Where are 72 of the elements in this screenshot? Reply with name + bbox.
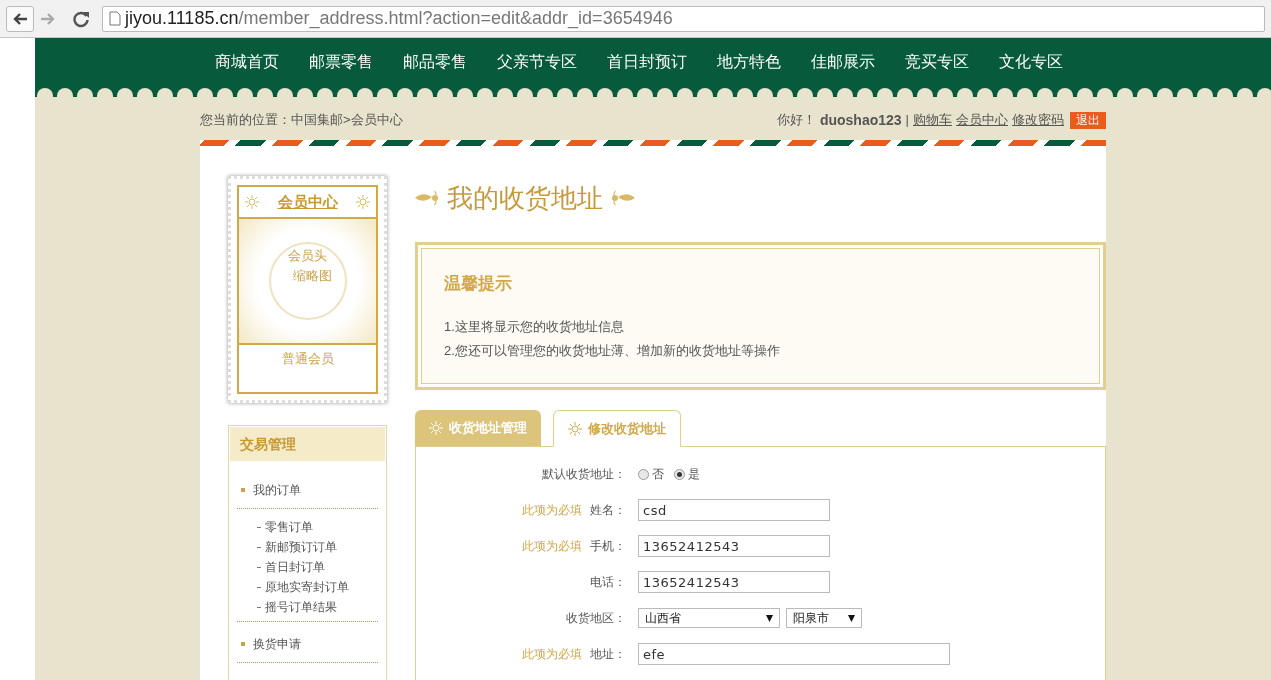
input-field[interactable]: 13652412543 [638,571,830,593]
menu-item[interactable]: 我的订单 [253,481,301,499]
username-text: duoshao123 [819,110,902,130]
back-arrow-icon [12,11,28,26]
field-label: 收货地区： [566,610,626,627]
user-link[interactable]: 修改密码 [1012,110,1064,130]
avatar-alt-text: 会员头 [288,247,327,265]
tip-text: 2.您还可以管理您的收货地址薄、增加新的收货地址等操作 [444,342,781,360]
nav-link[interactable]: 地方特色 [717,49,781,74]
submenu-item[interactable]: 新邮预订订单 [265,537,337,557]
required-note: 此项为必填 [522,538,582,555]
nav-link[interactable]: 竞买专区 [905,49,969,74]
user-link[interactable]: 购物车 [913,110,952,130]
page-icon [109,11,121,26]
input-field[interactable]: csd [638,499,830,521]
field-label: 手机： [590,538,626,555]
dropdown[interactable]: 阳泉市 [786,608,862,628]
sunburst-icon [429,421,443,435]
ornament-icon [415,189,441,207]
breadcrumb: 您当前的位置：中国集邮>会员中心 [200,111,403,130]
flower-icon [245,195,259,209]
member-level: 普通会员 [281,350,334,368]
required-note: 此项为必填 [522,646,582,663]
back-button[interactable] [6,5,34,32]
field-label: 默认收货地址： [542,466,626,483]
nav-link[interactable]: 首日封预订 [607,49,687,74]
sunburst-icon [568,421,582,436]
menu-item[interactable]: 换货申请 [253,635,301,653]
reload-icon[interactable] [72,9,90,28]
ornament-icon [609,189,635,207]
radio-button[interactable] [674,468,685,480]
field-label: 姓名： [590,502,626,519]
url-text: jiyou.11185.cn/member_address.html?action=edit&addr_id=3654946 [125,7,673,31]
separator-text: | [905,111,909,130]
nav-link[interactable]: 商城首页 [215,49,279,74]
dash-icon [257,566,261,568]
nav-link[interactable]: 佳邮展示 [811,49,875,74]
radio-button[interactable] [638,468,649,480]
dash-icon [257,526,261,528]
address-bar[interactable]: jiyou.11185.cn/member_address.html?action=edit&addr_id=3654946 [102,5,1265,32]
nav-link[interactable]: 邮票零售 [309,49,373,74]
field-label: 电话： [590,574,626,591]
menu-heading: 交易管理 [240,434,296,454]
nav-link[interactable]: 文化专区 [999,49,1063,74]
submenu-item[interactable]: 摇号订单结果 [265,597,337,617]
tip-title: 温馨提示 [444,273,513,295]
submenu-item[interactable]: 原地实寄封订单 [265,577,349,597]
card-title: 会员中心 [277,191,338,212]
avatar-alt-text: 缩略图 [292,267,332,285]
input-field[interactable]: efe [638,643,950,665]
submenu-item[interactable]: 零售订单 [265,517,313,537]
field-label: 地址： [590,646,626,663]
dash-icon [257,586,261,588]
required-note: 此项为必填 [522,502,582,519]
user-link[interactable]: 会员中心 [956,110,1008,130]
input-field[interactable]: 13652412543 [638,535,830,557]
submenu-item[interactable]: 首日封订单 [265,557,325,577]
nav-link[interactable]: 父亲节专区 [497,49,577,74]
nav-link[interactable]: 邮品零售 [403,49,467,74]
bullet-icon [241,488,245,492]
dash-icon [257,546,261,548]
dropdown[interactable]: 山西省 [638,608,780,628]
tip-text: 1.这里将显示您的收货地址信息 [444,317,625,336]
caret-icon [848,614,855,622]
radio-label: 否 [652,466,664,483]
flower-icon [356,195,370,209]
caret-icon [766,614,773,622]
radio-label: 是 [688,466,700,483]
greeting-text: 你好！ [776,111,816,130]
page-title: 我的收货地址 [447,181,603,215]
dash-icon [257,606,261,608]
bullet-icon [241,642,245,646]
